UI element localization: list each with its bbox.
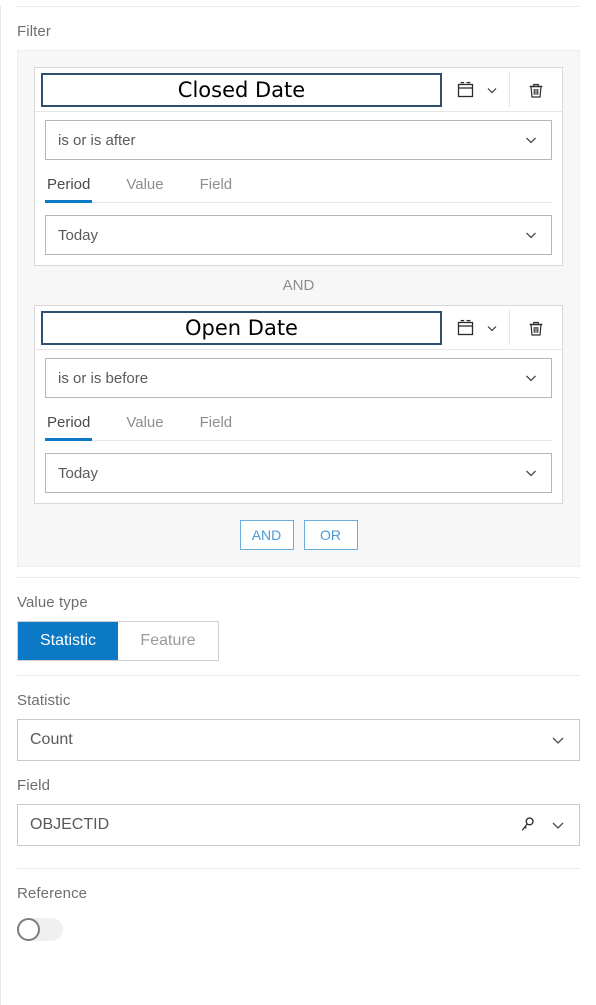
trash-icon (526, 318, 546, 338)
field-value: OBJECTID (30, 816, 110, 833)
clause-connector-and[interactable]: AND (34, 266, 563, 305)
filter-settings-panel: Filter Closed Date is or is after Period… (0, 6, 596, 1005)
field-label: Field (17, 777, 51, 794)
filter-clause-2: Open Date is or is before Period Value F… (34, 305, 563, 504)
reference-toggle-knob (17, 918, 40, 941)
chevron-down-icon[interactable] (485, 83, 499, 97)
reference-toggle[interactable] (17, 918, 63, 941)
clause-2-delete-button[interactable] (510, 306, 562, 349)
clause-2-field-icons[interactable] (448, 306, 509, 349)
clause-1-field-icons[interactable] (448, 68, 509, 111)
chevron-down-icon (523, 132, 539, 148)
filter-clause-panel: Closed Date is or is after Period Value … (17, 50, 580, 567)
clause-2-body: is or is before Period Value Field Today (35, 350, 562, 503)
clause-1-body: is or is after Period Value Field Today (35, 112, 562, 265)
clause-1-header: Closed Date (35, 68, 562, 112)
key-icon (517, 815, 537, 835)
statistic-label: Statistic (17, 692, 71, 709)
clause-1-period-value: Today (58, 226, 99, 244)
clause-2-field-input[interactable]: Open Date (41, 310, 442, 345)
clause-2-field-combo[interactable]: Open Date (35, 306, 448, 349)
clause-2-operator-select[interactable]: is or is before (45, 358, 552, 398)
field-select-icons (517, 815, 567, 835)
clause-2-tab-field[interactable]: Field (198, 410, 235, 440)
clause-1-tab-field[interactable]: Field (198, 172, 235, 202)
value-type-label: Value type (17, 594, 88, 611)
clause-1-tabs: Period Value Field (45, 172, 552, 203)
chevron-down-icon[interactable] (485, 321, 499, 335)
chevron-down-icon (523, 370, 539, 386)
clause-1-operator-select[interactable]: is or is after (45, 120, 552, 160)
value-type-option-feature[interactable]: Feature (118, 622, 218, 660)
chevron-down-icon (523, 465, 539, 481)
filter-section-label: Filter (17, 23, 51, 40)
chevron-down-icon (549, 731, 567, 749)
and-button[interactable]: AND (239, 520, 294, 550)
clause-1-field-input[interactable]: Closed Date (41, 72, 442, 107)
clause-2-period-select[interactable]: Today (45, 453, 552, 493)
calendar-icon (456, 80, 475, 99)
or-button[interactable]: OR (303, 520, 358, 550)
value-type-segmented-control: Statistic Feature (17, 621, 219, 661)
clause-1-field-combo[interactable]: Closed Date (35, 68, 448, 111)
clause-2-tabs: Period Value Field (45, 410, 552, 441)
calendar-icon (456, 318, 475, 337)
statistic-select[interactable]: Count (17, 719, 580, 761)
chevron-down-icon (523, 227, 539, 243)
statistic-select-icons (549, 731, 567, 749)
clause-2-period-value: Today (58, 464, 99, 482)
reference-label: Reference (17, 885, 88, 902)
clause-1-operator-value: is or is after (58, 131, 136, 149)
clause-2-tab-period[interactable]: Period (45, 410, 93, 441)
clause-2-header: Open Date (35, 306, 562, 350)
clause-2-operator-value: is or is before (58, 369, 149, 387)
clause-1-tab-period[interactable]: Period (45, 172, 93, 203)
value-type-option-statistic[interactable]: Statistic (18, 622, 118, 660)
statistic-value: Count (30, 731, 73, 748)
chevron-down-icon (549, 816, 567, 834)
trash-icon (526, 80, 546, 100)
clause-2-tab-value[interactable]: Value (124, 410, 165, 440)
clause-1-tab-panel: Today (45, 215, 552, 255)
clause-1-tab-value[interactable]: Value (124, 172, 165, 202)
field-select[interactable]: OBJECTID (17, 804, 580, 846)
add-clause-buttons: AND OR (34, 504, 563, 550)
clause-2-tab-panel: Today (45, 453, 552, 493)
clause-1-period-select[interactable]: Today (45, 215, 552, 255)
filter-clause-1: Closed Date is or is after Period Value … (34, 67, 563, 266)
clause-1-delete-button[interactable] (510, 68, 562, 111)
